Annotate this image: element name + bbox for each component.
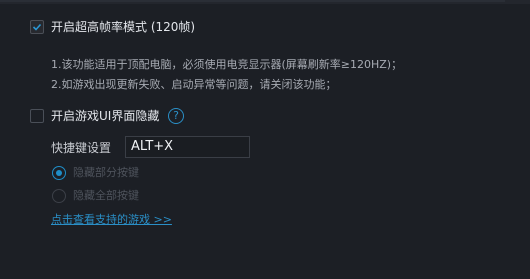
question-icon[interactable]: ? [168, 108, 184, 124]
high-fps-label: 开启超高帧率模式 (120帧) [51, 20, 196, 34]
hide-partial-label: 隐藏部分按键 [73, 166, 139, 179]
high-fps-note-1: 1.该功能适用于顶配电脑，必须使用电竞显示器(屏幕刷新率≥120HZ)； [51, 58, 403, 71]
hide-ui-label: 开启游戏UI界面隐藏 [51, 109, 160, 123]
hide-partial-radio[interactable] [52, 166, 66, 180]
hide-all-radio[interactable] [52, 189, 66, 203]
hotkey-label: 快捷键设置 [51, 141, 112, 155]
supported-games-link[interactable]: 点击查看支持的游戏 >> [51, 212, 172, 227]
top-divider-segment [0, 0, 505, 2]
high-fps-checkbox[interactable] [30, 20, 44, 34]
hide-ui-checkbox[interactable] [30, 109, 44, 123]
high-fps-note-2: 2.如游戏出现更新失败、启动异常等问题，请关闭该功能； [51, 78, 337, 91]
top-divider [0, 0, 530, 4]
hide-all-label: 隐藏全部按键 [73, 189, 139, 202]
check-icon [32, 23, 42, 31]
hotkey-input[interactable]: ALT+X [125, 136, 250, 158]
radio-selected-dot [56, 170, 62, 176]
